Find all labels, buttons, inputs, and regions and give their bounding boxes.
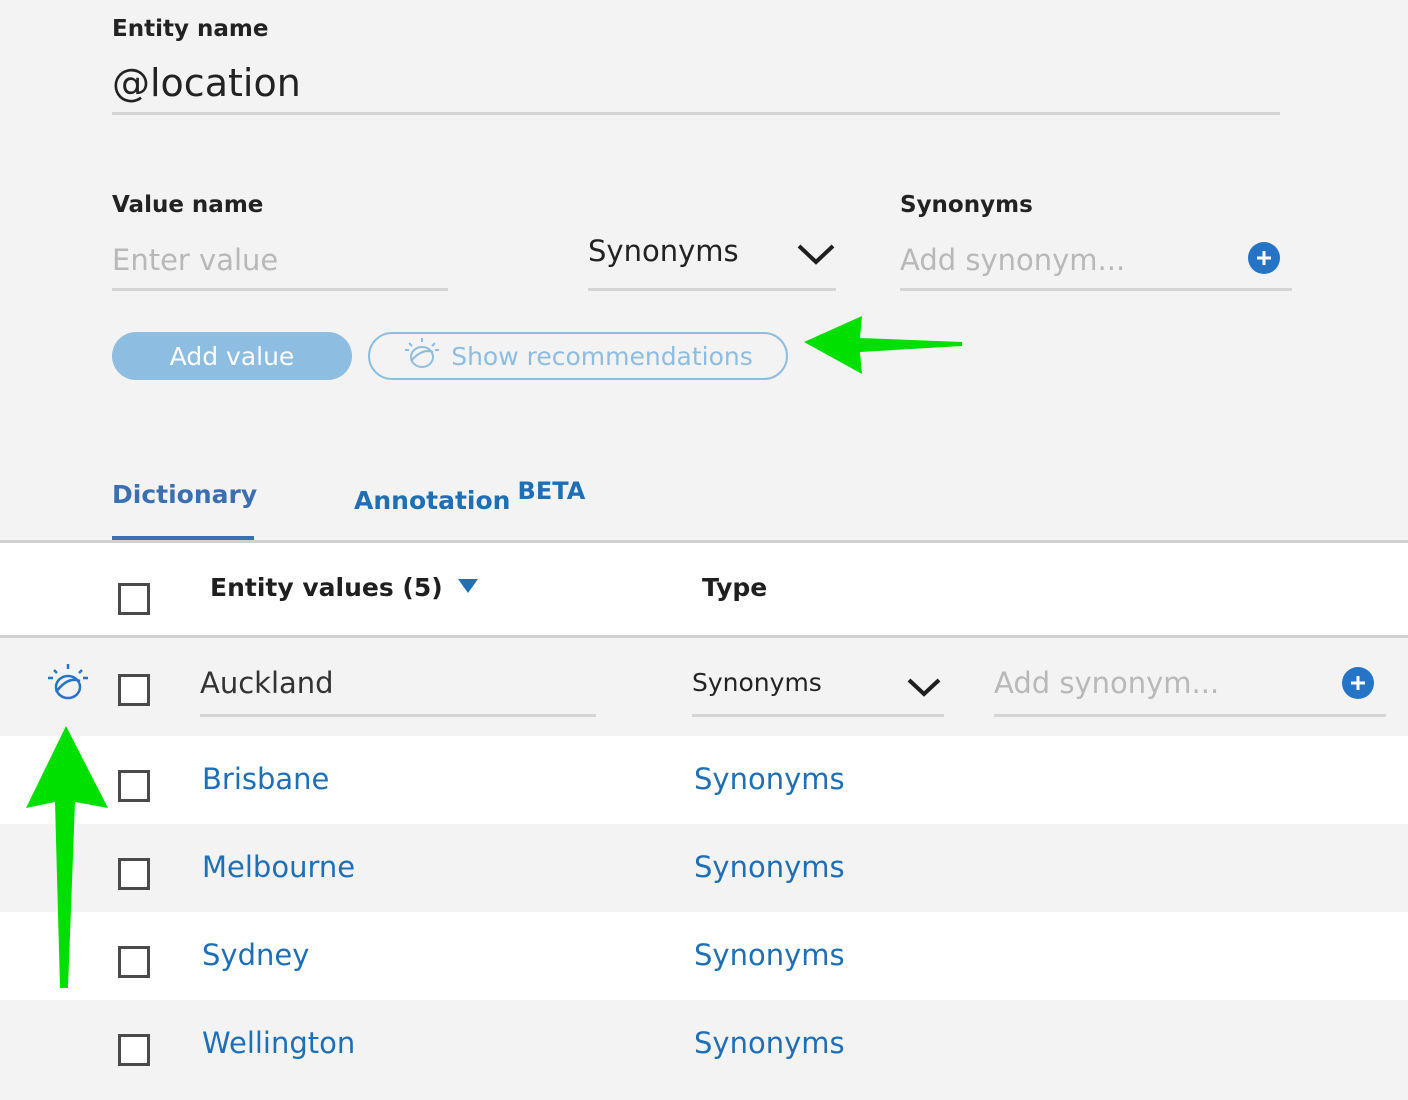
add-row-synonym-plus-icon[interactable] bbox=[1342, 667, 1374, 699]
select-all-checkbox[interactable] bbox=[118, 583, 150, 615]
row-checkbox[interactable] bbox=[118, 674, 150, 706]
tab-dictionary[interactable]: Dictionary bbox=[112, 480, 258, 540]
table-row: Wellington Synonyms bbox=[0, 1000, 1408, 1100]
row-synonym-input[interactable]: Add synonym... bbox=[994, 662, 1386, 717]
value-name-label: Value name bbox=[112, 192, 264, 218]
row-type-value: Synonyms bbox=[692, 668, 822, 697]
row-synonym-placeholder: Add synonym... bbox=[994, 666, 1220, 700]
table-header: Entity values (5) Type bbox=[0, 540, 1408, 638]
watson-recommendation-icon bbox=[403, 336, 441, 376]
synonyms-input[interactable]: Add synonym... bbox=[900, 238, 1292, 291]
row-value-link[interactable]: Melbourne bbox=[202, 850, 355, 884]
entity-name-label: Entity name bbox=[112, 16, 269, 42]
row-value-input[interactable]: Auckland bbox=[200, 662, 596, 717]
beta-badge: BETA bbox=[517, 477, 586, 505]
table-row: Melbourne Synonyms bbox=[0, 824, 1408, 912]
synonyms-label: Synonyms bbox=[900, 192, 1033, 218]
chevron-down-icon bbox=[906, 676, 942, 698]
row-type-link[interactable]: Synonyms bbox=[694, 762, 845, 796]
type-select[interactable]: Synonyms bbox=[588, 228, 836, 291]
add-value-button[interactable]: Add value bbox=[112, 332, 352, 380]
row-type-link[interactable]: Synonyms bbox=[694, 1026, 845, 1060]
show-recommendations-label: Show recommendations bbox=[451, 341, 753, 371]
type-select-value: Synonyms bbox=[588, 234, 739, 268]
value-name-input[interactable]: Enter value bbox=[112, 238, 448, 291]
value-name-placeholder: Enter value bbox=[112, 243, 279, 277]
sort-desc-icon bbox=[457, 578, 479, 598]
tab-annotation[interactable]: Annotation BETA bbox=[354, 474, 585, 534]
type-header: Type bbox=[702, 573, 768, 602]
synonyms-placeholder: Add synonym... bbox=[900, 243, 1126, 277]
annotation-arrow-up-icon bbox=[26, 726, 108, 988]
add-synonym-plus-icon[interactable] bbox=[1248, 242, 1280, 274]
row-checkbox[interactable] bbox=[118, 1034, 150, 1066]
row-checkbox[interactable] bbox=[118, 770, 150, 802]
row-checkbox[interactable] bbox=[118, 858, 150, 890]
entity-values-header: Entity values (5) bbox=[210, 573, 443, 602]
chevron-down-icon bbox=[796, 242, 836, 266]
row-value: Auckland bbox=[200, 666, 334, 700]
row-value-link[interactable]: Sydney bbox=[202, 938, 309, 972]
entity-name-value: @location bbox=[112, 61, 301, 105]
row-type-select[interactable]: Synonyms bbox=[692, 662, 944, 717]
table-row-edit: Auckland Synonyms Add synonym... bbox=[0, 638, 1408, 736]
row-value-link[interactable]: Brisbane bbox=[202, 762, 329, 796]
row-type-link[interactable]: Synonyms bbox=[694, 938, 845, 972]
show-recommendations-button[interactable]: Show recommendations bbox=[368, 332, 788, 380]
row-type-link[interactable]: Synonyms bbox=[694, 850, 845, 884]
watson-recommendation-icon[interactable] bbox=[46, 662, 90, 706]
add-value-label: Add value bbox=[169, 341, 295, 371]
table-row: Brisbane Synonyms bbox=[0, 736, 1408, 824]
row-value-link[interactable]: Wellington bbox=[202, 1026, 355, 1060]
entity-name-field[interactable]: @location bbox=[112, 58, 1280, 115]
table-row: Sydney Synonyms bbox=[0, 912, 1408, 1000]
sort-entity-values-button[interactable]: Entity values (5) bbox=[210, 573, 479, 602]
tab-annotation-label: Annotation bbox=[354, 486, 511, 515]
annotation-arrow-right-icon bbox=[804, 316, 962, 374]
row-checkbox[interactable] bbox=[118, 946, 150, 978]
tab-dictionary-label: Dictionary bbox=[112, 480, 258, 509]
